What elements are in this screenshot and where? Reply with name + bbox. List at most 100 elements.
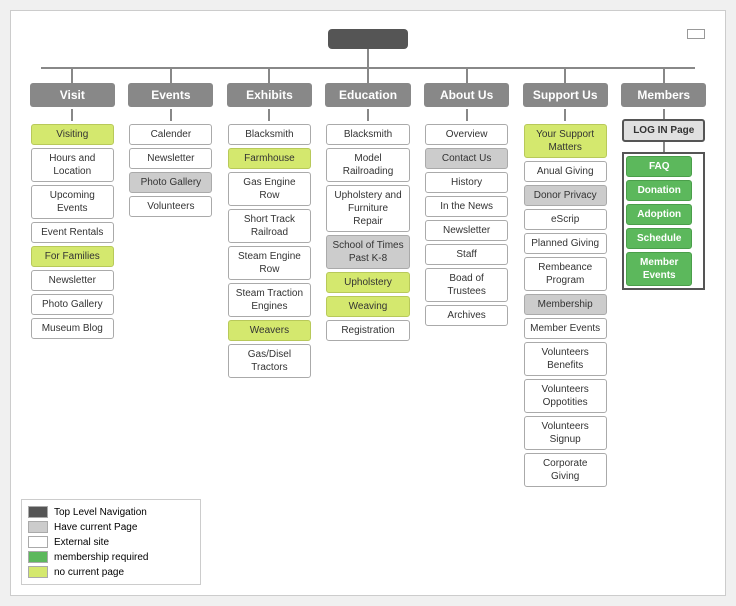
node-archives[interactable]: Archives <box>425 305 508 326</box>
node-in-the-news[interactable]: In the News <box>425 196 508 217</box>
node-corporate-giving[interactable]: Corporate Giving <box>524 453 607 487</box>
node-blacksmith[interactable]: Blacksmith <box>326 124 409 145</box>
children-education: Blacksmith Model RailroadingUpholstery an… <box>321 109 416 341</box>
legend-item: Have current Page <box>28 521 194 533</box>
node-volunteers[interactable]: Volunteers <box>129 196 212 217</box>
top-row <box>21 21 715 49</box>
legend-label: Top Level Navigation <box>54 507 147 518</box>
node-volunteers-oppotities[interactable]: Volunteers Oppotities <box>524 379 607 413</box>
home-vline <box>21 49 715 67</box>
social-links[interactable] <box>687 29 705 39</box>
col-vline-top <box>367 69 369 83</box>
connector-vline <box>663 109 665 119</box>
children-aboutus: Overview Contact Us History In the News News… <box>419 109 514 326</box>
node-upholstery-and-furniture-repair[interactable]: Upholstery and Furniture Repair <box>326 185 409 232</box>
node-upcoming-events[interactable]: Upcoming Events <box>31 185 114 219</box>
column-visit: Visit Visiting Hours and LocationUpcoming … <box>25 69 120 339</box>
node-visiting[interactable]: Visiting <box>31 124 114 145</box>
node-contact-us[interactable]: Contact Us <box>425 148 508 169</box>
node-blacksmith[interactable]: Blacksmith <box>228 124 311 145</box>
col-vline-top <box>466 69 468 83</box>
column-aboutus: About Us Overview Contact Us History In the … <box>419 69 514 326</box>
node-event-rentals[interactable]: Event Rentals <box>31 222 114 243</box>
node-boad-of-trustees[interactable]: Boad of Trustees <box>425 268 508 302</box>
node-staff[interactable]: Staff <box>425 244 508 265</box>
node-member-events[interactable]: Member Events <box>524 318 607 339</box>
connector-vline <box>663 142 665 152</box>
node-school-of-times-past-k-8[interactable]: School of Times Past K-8 <box>326 235 409 269</box>
col-vline-top <box>268 69 270 83</box>
node-donor-privacy[interactable]: Donor Privacy <box>524 185 607 206</box>
columns: Visit Visiting Hours and LocationUpcoming … <box>21 69 715 487</box>
node-gas-disel-tractors[interactable]: Gas/Disel Tractors <box>228 344 311 378</box>
members-green-box: FAQ Donation Adoption Schedule Member Events <box>622 152 705 290</box>
login-node[interactable]: LOG IN Page <box>622 119 705 142</box>
node-anual-giving[interactable]: Anual Giving <box>524 161 607 182</box>
column-supportus: Support Us Your Support Matters Anual Givi… <box>518 69 613 487</box>
node-upholstery[interactable]: Upholstery <box>326 272 409 293</box>
node-newsletter[interactable]: Newsletter <box>129 148 212 169</box>
legend-color-box <box>28 521 48 533</box>
node-your-support-matters[interactable]: Your Support Matters <box>524 124 607 158</box>
column-members: Members LOG IN Page FAQ Donation Adoption Sch… <box>616 69 711 290</box>
node-escrip[interactable]: eScrip <box>524 209 607 230</box>
legend-label: no current page <box>54 567 124 578</box>
legend-label: membership required <box>54 552 149 563</box>
node-weavers[interactable]: Weavers <box>228 320 311 341</box>
node-overview[interactable]: Overview <box>425 124 508 145</box>
children-supportus: Your Support Matters Anual Giving Donor Pr… <box>518 109 613 487</box>
section-header-supportus[interactable]: Support Us <box>523 83 608 107</box>
col-vline-top <box>71 69 73 83</box>
node-donation[interactable]: Donation <box>626 180 692 201</box>
node-for-families[interactable]: For Families <box>31 246 114 267</box>
sitemap-container: Visit Visiting Hours and LocationUpcoming … <box>10 10 726 596</box>
node-history[interactable]: History <box>425 172 508 193</box>
node-model-railroading[interactable]: Model Railroading <box>326 148 409 182</box>
legend-item: membership required <box>28 551 194 563</box>
node-gas-engine-row[interactable]: Gas Engine Row <box>228 172 311 206</box>
legend-color-box <box>28 506 48 518</box>
node-photo-gallery[interactable]: Photo Gallery <box>31 294 114 315</box>
node-farmhouse[interactable]: Farmhouse <box>228 148 311 169</box>
col-vline-top <box>564 69 566 83</box>
section-header-exhibits[interactable]: Exhibits <box>227 83 312 107</box>
legend-color-box <box>28 551 48 563</box>
children-events: Calender Newsletter Photo Gallery Volunteer… <box>124 109 219 217</box>
home-node[interactable] <box>328 29 408 49</box>
legend-item: no current page <box>28 566 194 578</box>
legend-item: Top Level Navigation <box>28 506 194 518</box>
legend-color-box <box>28 536 48 548</box>
node-hours-and-location[interactable]: Hours and Location <box>31 148 114 182</box>
node-steam-traction-engines[interactable]: Steam Traction Engines <box>228 283 311 317</box>
node-adoption[interactable]: Adoption <box>626 204 692 225</box>
node-newsletter[interactable]: Newsletter <box>425 220 508 241</box>
node-volunteers-benefits[interactable]: Volunteers Benefits <box>524 342 607 376</box>
node-volunteers-signup[interactable]: Volunteers Signup <box>524 416 607 450</box>
node-weaving[interactable]: Weaving <box>326 296 409 317</box>
section-header-events[interactable]: Events <box>128 83 213 107</box>
node-steam-engine-row[interactable]: Steam Engine Row <box>228 246 311 280</box>
node-membership[interactable]: Membership <box>524 294 607 315</box>
node-registration[interactable]: Registration <box>326 320 409 341</box>
node-member-events[interactable]: Member Events <box>626 252 692 286</box>
section-header-aboutus[interactable]: About Us <box>424 83 509 107</box>
legend-label: Have current Page <box>54 522 137 533</box>
node-photo-gallery[interactable]: Photo Gallery <box>129 172 212 193</box>
children-exhibits: Blacksmith Farmhouse Gas Engine RowShort T… <box>222 109 317 378</box>
column-events: Events Calender Newsletter Photo Gallery Vol… <box>124 69 219 217</box>
node-schedule[interactable]: Schedule <box>626 228 692 249</box>
node-short-track-railroad[interactable]: Short Track Railroad <box>228 209 311 243</box>
node-faq[interactable]: FAQ <box>626 156 692 177</box>
section-header-education[interactable]: Education <box>325 83 410 107</box>
node-newsletter[interactable]: Newsletter <box>31 270 114 291</box>
legend: Top Level NavigationHave current PageExt… <box>21 499 201 585</box>
children-visit: Visiting Hours and LocationUpcoming Event… <box>25 109 120 339</box>
section-header-visit[interactable]: Visit <box>30 83 115 107</box>
col-vline-top <box>170 69 172 83</box>
node-calender[interactable]: Calender <box>129 124 212 145</box>
section-header-members[interactable]: Members <box>621 83 706 107</box>
node-rembeance-program[interactable]: Rembeance Program <box>524 257 607 291</box>
node-museum-blog[interactable]: Museum Blog <box>31 318 114 339</box>
node-planned-giving[interactable]: Planned Giving <box>524 233 607 254</box>
legend-color-box <box>28 566 48 578</box>
